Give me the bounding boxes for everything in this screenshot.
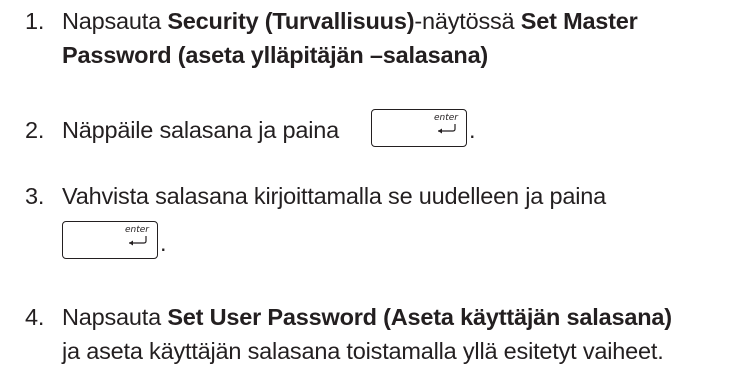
step-number: 4. <box>25 304 45 330</box>
step-line: ja aseta käyttäjän salasana toistamalla … <box>62 338 664 364</box>
text-run: -näytössä <box>414 8 521 34</box>
step-line: Napsauta Set User Password (Aseta käyttä… <box>62 300 729 334</box>
step-number: 1. <box>25 8 45 34</box>
sentence-period: . <box>469 117 476 143</box>
step-line: Vahvista salasana kirjoittamalla se uude… <box>62 183 606 209</box>
step-text: Napsauta Set User Password (Aseta käyttä… <box>62 300 729 368</box>
enter-key: enter <box>62 221 158 259</box>
step-text: Napsauta Security (Turvallisuus)-näytöss… <box>62 4 729 72</box>
step-number: 3. <box>25 183 45 209</box>
step-line: Password (aseta ylläpitäjän –salasana) <box>62 38 729 72</box>
text-run: Napsauta <box>62 8 168 34</box>
step-text: Vahvista salasana kirjoittamalla se uude… <box>62 179 729 213</box>
enter-arrow-icon <box>438 124 456 134</box>
bold-term: Password (aseta ylläpitäjän –salasana) <box>62 42 489 68</box>
enter-key-label: enter <box>124 225 149 235</box>
bold-term: Set User Password (Aseta käyttäjän salas… <box>167 304 672 330</box>
step-line: Napsauta Security (Turvallisuus)-näytöss… <box>62 4 729 38</box>
bold-term: Set Master <box>520 8 638 34</box>
enter-key: enter <box>371 109 467 147</box>
enter-key-label: enter <box>433 113 458 123</box>
enter-arrow-icon <box>129 236 147 246</box>
step-number: 2. <box>25 117 45 143</box>
bold-term: Security (Turvallisuus) <box>167 8 415 34</box>
sentence-period: . <box>160 230 167 256</box>
text-run: Napsauta <box>62 304 168 330</box>
